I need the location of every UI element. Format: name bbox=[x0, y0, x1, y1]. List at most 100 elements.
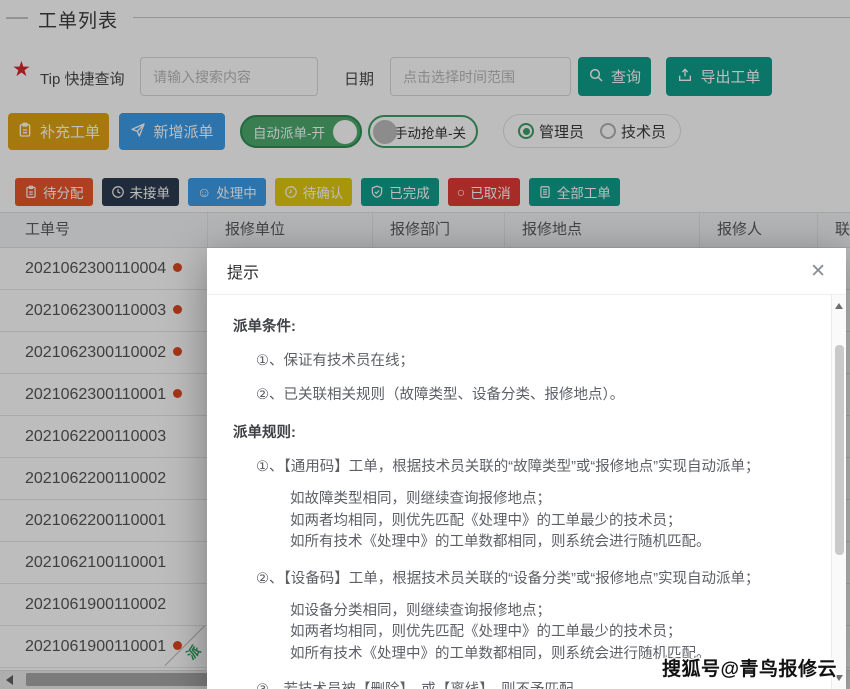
order-no: 2021061900110002 bbox=[25, 596, 166, 613]
order-no-cell: 2021062200110002 bbox=[0, 458, 208, 499]
modal-line: 如设备分类相同，则继续查询报修地点； bbox=[290, 601, 790, 623]
modal-title: 提示 bbox=[227, 259, 259, 283]
order-no: 2021062300110002 bbox=[25, 344, 166, 361]
query-button-label: 查询 bbox=[611, 66, 641, 87]
role-radio-label: 管理员 bbox=[539, 121, 584, 142]
clipboard-icon bbox=[24, 185, 38, 199]
tab-label: 已取消 bbox=[470, 182, 511, 202]
order-no: 2021062300110003 bbox=[25, 302, 166, 319]
work-order-page: 工单列表 ★ Tip 快捷查询 日期 查询 导出工单 补充工单 新增派单 自动派… bbox=[0, 0, 850, 689]
title-dash bbox=[6, 17, 28, 19]
date-range-input[interactable] bbox=[390, 57, 571, 96]
tab-label: 待分配 bbox=[43, 182, 84, 202]
status-tabs: 待分配 未接单 ☺ 处理中 待确认已完成 ○已取消 全部工单 bbox=[15, 178, 620, 206]
unread-dot bbox=[173, 305, 182, 314]
order-no-cell: 2021061900110002 bbox=[0, 584, 208, 625]
modal-heading: 派单条件: bbox=[233, 315, 790, 336]
new-dispatch-button-label: 新增派单 bbox=[153, 121, 213, 142]
modal-heading: 派单规则: bbox=[233, 421, 790, 442]
unread-dot bbox=[173, 347, 182, 356]
tab-cancelled[interactable]: ○已取消 bbox=[448, 178, 520, 206]
unread-dot bbox=[173, 263, 182, 272]
dispatch-ribbon: 派 bbox=[159, 626, 207, 668]
order-no: 2021061900110001 bbox=[25, 638, 166, 655]
order-no-cell: 2021062300110002 bbox=[0, 332, 208, 373]
modal-line: ①、【通用码】工单，根据技术员关联的“故障类型”或“报修地点”实现自动派单； bbox=[256, 455, 790, 476]
shield-check-icon bbox=[370, 185, 384, 199]
clock-icon bbox=[111, 185, 125, 199]
title-divider bbox=[133, 17, 850, 18]
order-no-cell: 2021062300110001 bbox=[0, 374, 208, 415]
auto-dispatch-toggle-label: 自动派单-开 bbox=[253, 122, 325, 142]
page-title: 工单列表 bbox=[38, 6, 118, 33]
tip-modal: 提示 ✕ 派单条件:①、保证有技术员在线；②、已关联相关规则（故障类型、设备分类… bbox=[207, 248, 846, 689]
order-no-cell: 2021062200110001 bbox=[0, 500, 208, 541]
order-no-cell: 2021062100110001 bbox=[0, 542, 208, 583]
order-no-cell: 2021062200110003 bbox=[0, 416, 208, 457]
supplement-order-button[interactable]: 补充工单 bbox=[8, 113, 109, 150]
modal-content: 派单条件:①、保证有技术员在线；②、已关联相关规则（故障类型、设备分类、报修地点… bbox=[233, 315, 790, 689]
date-label: 日期 bbox=[344, 68, 374, 89]
paper-plane-icon bbox=[130, 122, 146, 142]
supplement-button-label: 补充工单 bbox=[40, 121, 100, 142]
clipboard-icon bbox=[17, 122, 33, 142]
tab-pending-confirm[interactable]: 待确认 bbox=[275, 178, 353, 206]
tab-label: 全部工单 bbox=[557, 182, 611, 202]
document-icon bbox=[538, 185, 552, 199]
order-no-cell: 2021062300110004 bbox=[0, 248, 208, 289]
quick-search-label: Tip 快捷查询 bbox=[40, 68, 124, 89]
order-no: 2021062200110001 bbox=[25, 512, 166, 529]
modal-line: 如两者均相同，则优先匹配《处理中》的工单最少的技术员； bbox=[290, 511, 790, 533]
close-icon[interactable]: ✕ bbox=[810, 262, 826, 281]
role-radio-label: 技术员 bbox=[621, 121, 666, 142]
column-header: 报修地点 bbox=[505, 213, 700, 247]
order-no: 2021062300110004 bbox=[25, 260, 166, 277]
manual-grab-toggle-label: 手动抢单-关 bbox=[394, 122, 466, 142]
export-orders-button[interactable]: 导出工单 bbox=[666, 57, 772, 96]
modal-line: ②、已关联相关规则（故障类型、设备分类、报修地点）。 bbox=[256, 383, 790, 404]
export-icon bbox=[677, 67, 693, 87]
order-no-cell: 2021062300110003 bbox=[0, 290, 208, 331]
tab-label: 未接单 bbox=[130, 182, 171, 202]
smiley-icon: ☺ bbox=[197, 185, 211, 199]
tab-label: 待确认 bbox=[303, 182, 344, 202]
vertical-scrollbar[interactable] bbox=[831, 295, 846, 689]
tab-label: 处理中 bbox=[216, 182, 257, 202]
new-dispatch-button[interactable]: 新增派单 bbox=[119, 113, 225, 150]
column-header: 报修单位 bbox=[208, 213, 373, 247]
column-header: 报修人 bbox=[700, 213, 818, 247]
order-no: 2021062300110001 bbox=[25, 386, 166, 403]
modal-body: 派单条件:①、保证有技术员在线；②、已关联相关规则（故障类型、设备分类、报修地点… bbox=[207, 295, 846, 689]
column-header: 联系电话 bbox=[818, 213, 850, 247]
modal-header: 提示 ✕ bbox=[207, 248, 846, 295]
modal-line: 如故障类型相同，则继续查询报修地点； bbox=[290, 489, 790, 511]
search-input[interactable] bbox=[140, 57, 318, 96]
scroll-left-icon[interactable] bbox=[6, 675, 13, 685]
tab-pending-assign[interactable]: 待分配 bbox=[15, 178, 93, 206]
radio-icon bbox=[600, 123, 616, 139]
auto-dispatch-toggle[interactable]: 自动派单-开 bbox=[240, 115, 362, 148]
modal-line: 如所有技术《处理中》的工单数都相同，则系统会进行随机匹配。 bbox=[290, 532, 790, 554]
role-radio[interactable]: 技术员 bbox=[600, 121, 666, 142]
scroll-up-icon[interactable] bbox=[835, 303, 843, 309]
radio-icon bbox=[518, 123, 534, 139]
modal-line: 如两者均相同，则优先匹配《处理中》的工单最少的技术员； bbox=[290, 622, 790, 644]
search-icon bbox=[588, 67, 604, 87]
toggle-knob bbox=[333, 120, 357, 144]
history-clock-icon bbox=[284, 185, 298, 199]
modal-line: ②、【设备码】工单，根据技术员关联的“设备分类”或“报修地点”实现自动派单； bbox=[256, 567, 790, 588]
star-icon: ★ bbox=[12, 59, 31, 80]
column-header: 报修部门 bbox=[373, 213, 505, 247]
export-button-label: 导出工单 bbox=[700, 66, 760, 87]
tab-not-accepted[interactable]: 未接单 bbox=[102, 178, 180, 206]
tab-processing[interactable]: ☺ 处理中 bbox=[188, 178, 266, 206]
tab-all-orders[interactable]: 全部工单 bbox=[529, 178, 620, 206]
role-switch: 管理员 技术员 bbox=[503, 114, 681, 148]
role-radio[interactable]: 管理员 bbox=[518, 121, 584, 142]
manual-grab-toggle[interactable]: 手动抢单-关 bbox=[368, 115, 478, 148]
query-button[interactable]: 查询 bbox=[578, 57, 651, 96]
watermark: 搜狐号@青鸟报修云 bbox=[662, 654, 837, 681]
tab-completed[interactable]: 已完成 bbox=[361, 178, 439, 206]
order-no: 2021062200110002 bbox=[25, 470, 166, 487]
vertical-scroll-thumb[interactable] bbox=[835, 345, 844, 555]
